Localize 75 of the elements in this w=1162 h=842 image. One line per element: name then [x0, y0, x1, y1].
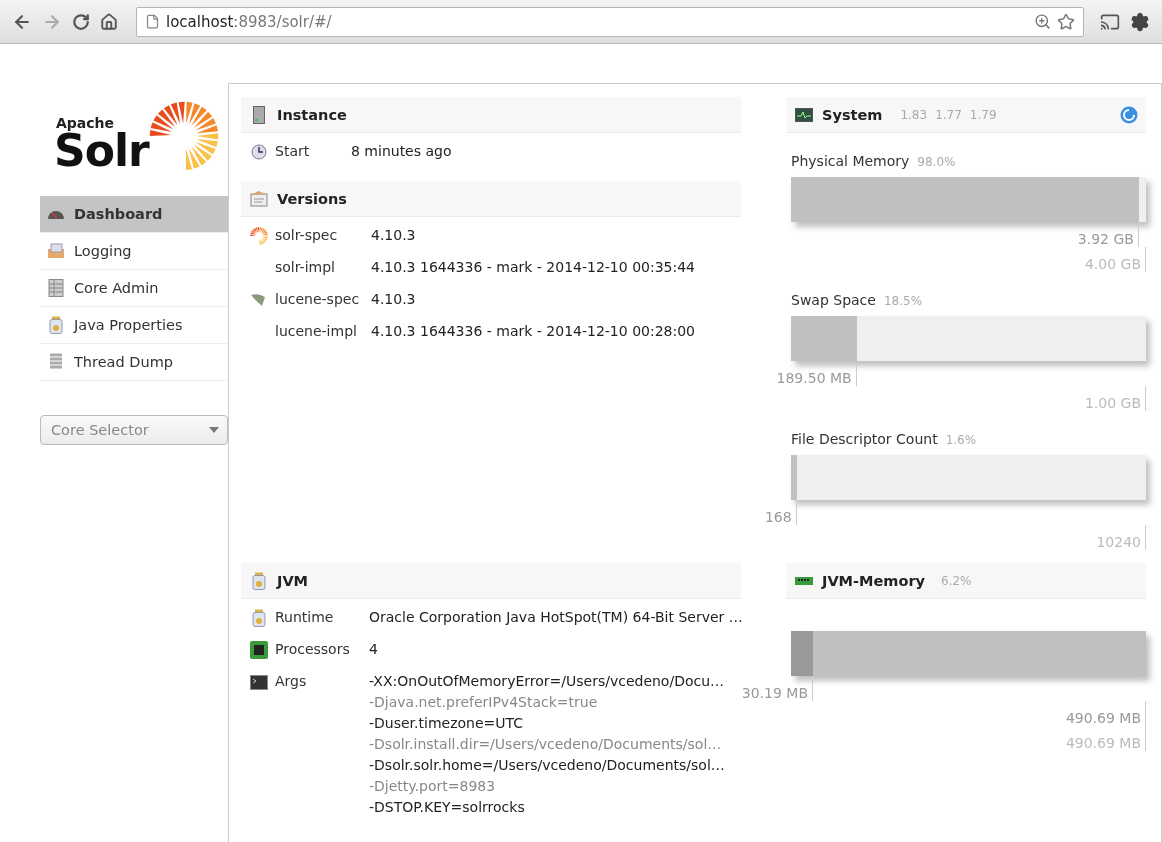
address-bar[interactable]: localhost:8983/solr/#/	[136, 6, 1084, 37]
settings-icon	[1130, 11, 1150, 32]
page-icon	[145, 14, 160, 29]
field-value: -Djava.net.preferIPv4Stack=true	[369, 694, 599, 710]
jar-icon	[252, 609, 266, 627]
field-value: -Dsolr.solr.home=/Users/vcedeno/Documents/sol…	[369, 757, 725, 773]
meter-title: File Descriptor Count	[791, 431, 938, 447]
nav-item[interactable]: Dashboard	[40, 196, 228, 233]
star-icon[interactable]	[1057, 12, 1075, 31]
jar-icon	[49, 316, 63, 334]
meter-title: Swap Space	[791, 292, 876, 308]
field-value: -XX:OnOutOfMemoryError=/Users/vcedeno/Docu…	[369, 673, 725, 689]
total-value: 4.00 GB	[1084, 256, 1141, 272]
field-value: 4.10.3	[371, 291, 416, 307]
field-label: lucene-impl	[275, 323, 358, 339]
load-average: 1.77	[935, 107, 962, 122]
field-value: 4.10.3	[371, 227, 416, 243]
committed-value: 490.69 MB	[1065, 710, 1141, 726]
terminal-icon	[250, 674, 268, 690]
percent-value: 6.2%	[941, 573, 972, 588]
url-text: localhost:8983/solr/#/	[166, 12, 333, 31]
load-average: 1.83	[900, 107, 928, 122]
memory-icon	[795, 576, 813, 585]
gauge-icon	[47, 208, 65, 220]
zoom-icon[interactable]	[1034, 13, 1051, 30]
field-value: -Duser.timezone=UTC	[369, 715, 525, 731]
clock-icon	[251, 144, 267, 160]
used-value: 30.19 MB	[741, 685, 808, 701]
sunburst-icon	[250, 227, 268, 245]
field-value: -DSTOP.KEY=solrrocks	[369, 799, 526, 815]
section-title: Instance	[277, 106, 347, 123]
section-title: JVM-Memory	[822, 572, 925, 589]
total-value: 1.00 GB	[1084, 395, 1141, 411]
used-value: 189.50 MB	[776, 370, 852, 386]
used-value: 168	[764, 509, 792, 525]
percent-value: 98.0%	[917, 155, 956, 169]
field-value: -Dsolr.install.dir=/Users/vcedeno/Documents/sol…	[369, 736, 723, 752]
field-label: Args	[275, 673, 308, 689]
field-value: 8 minutes ago	[351, 143, 452, 159]
house-icon	[100, 12, 118, 31]
field-value: 4.10.3 1644336 - mark - 2014-12-10 00:28:00	[371, 323, 695, 339]
percent-value: 18.5%	[883, 294, 923, 308]
field-value: 4.10.3 1644336 - mark - 2014-12-10 00:35:44	[371, 259, 695, 275]
section-title: System	[822, 106, 883, 123]
chip-icon	[250, 641, 268, 659]
field-value: 4	[369, 641, 378, 657]
stack-icon	[48, 353, 64, 371]
section-title: Versions	[277, 190, 347, 207]
reload-icon	[72, 12, 90, 31]
used-value: 3.92 GB	[1077, 231, 1134, 247]
field-value: -Djetty.port=8983	[369, 778, 497, 794]
field-label: Processors	[275, 641, 351, 657]
notepad-icon	[250, 190, 268, 207]
caret-icon	[209, 427, 219, 433]
percent-value: 1.6%	[945, 433, 977, 447]
section-title: JVM	[277, 572, 309, 589]
sunburst-icon	[148, 101, 219, 171]
max-value: 490.69 MB	[1065, 735, 1141, 751]
field-label: solr-impl	[275, 259, 336, 275]
meter-title: Physical Memory	[791, 153, 910, 169]
monitor-icon	[795, 107, 813, 122]
solr-logo[interactable]: Apache Solr	[40, 95, 228, 171]
field-label: lucene-spec	[275, 291, 361, 307]
field-label: Start	[275, 143, 311, 159]
load-average: 1.79	[969, 107, 997, 122]
server-icon	[253, 105, 265, 124]
feather-icon	[250, 293, 268, 307]
field-label: solr-spec	[275, 227, 339, 243]
jar-icon	[252, 571, 266, 590]
field-label: Runtime	[275, 609, 335, 625]
refresh-icon[interactable]	[1120, 105, 1138, 124]
inbox-icon	[47, 243, 65, 259]
field-value: Oracle Corporation Java HotSpot(TM) 64-Bit Server …	[369, 609, 743, 625]
server-rack-icon	[48, 279, 64, 297]
total-value: 10240	[1096, 534, 1141, 550]
